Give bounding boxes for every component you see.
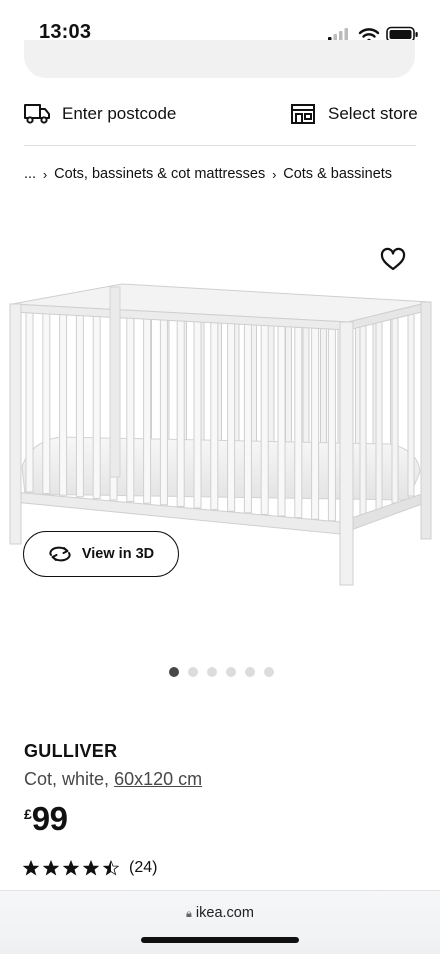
view-in-3d-button[interactable]: View in 3D xyxy=(23,531,179,577)
breadcrumb-item-cots-bassinets-mattresses[interactable]: Cots, bassinets & cot mattresses xyxy=(54,166,265,182)
enter-postcode-label: Enter postcode xyxy=(62,104,177,123)
breadcrumb: ... › Cots, bassinets & cot mattresses ›… xyxy=(24,164,392,184)
lock-icon: 🔒︎ xyxy=(186,908,192,920)
product-price: £ 99 xyxy=(24,800,68,838)
product-name: GULLIVER xyxy=(24,741,118,761)
select-store-label: Select store xyxy=(328,104,418,123)
carousel-dot[interactable] xyxy=(188,667,198,677)
address-bar-url: ikea.com xyxy=(195,905,254,921)
enter-postcode-button[interactable]: Enter postcode xyxy=(24,100,176,128)
select-store-button[interactable]: Select store xyxy=(290,100,418,128)
search-bar[interactable] xyxy=(24,40,415,78)
browser-toolbar xyxy=(0,890,440,954)
rating-count: (24) xyxy=(129,859,158,876)
carousel-dot[interactable] xyxy=(169,667,179,677)
chevron-right-icon: › xyxy=(272,166,277,182)
product-description-text: Cot, white, xyxy=(24,769,110,789)
carousel-dots xyxy=(169,667,274,677)
star-icon xyxy=(83,860,99,876)
rotate-3d-icon xyxy=(49,546,71,562)
carousel-dot[interactable] xyxy=(226,667,236,677)
price-value: 99 xyxy=(31,800,68,837)
carousel-dot[interactable] xyxy=(264,667,274,677)
star-icon xyxy=(23,860,39,876)
star-icon xyxy=(63,860,79,876)
home-indicator[interactable] xyxy=(141,937,299,943)
carousel-dot[interactable] xyxy=(207,667,217,677)
rating-stars xyxy=(23,860,119,876)
price-currency: £ xyxy=(24,806,32,822)
star-icon xyxy=(103,860,119,876)
product-rating[interactable]: (24) xyxy=(23,859,157,877)
view-in-3d-label: View in 3D xyxy=(81,546,155,562)
divider xyxy=(24,145,416,146)
product-size-link[interactable]: 60x120 cm xyxy=(114,769,202,789)
store-icon xyxy=(291,104,315,124)
favourite-heart-icon[interactable] xyxy=(380,247,406,273)
delivery-truck-icon xyxy=(24,104,50,124)
product-description: Cot, white, 60x120 cm xyxy=(24,769,202,790)
chevron-right-icon: › xyxy=(42,166,48,182)
breadcrumb-ellipsis[interactable]: ... xyxy=(24,166,36,182)
star-icon xyxy=(43,860,59,876)
breadcrumb-item-cots-bassinets[interactable]: Cots & bassinets xyxy=(283,166,392,182)
address-bar[interactable]: 🔒︎ ikea.com xyxy=(0,905,440,921)
carousel-dot[interactable] xyxy=(245,667,255,677)
